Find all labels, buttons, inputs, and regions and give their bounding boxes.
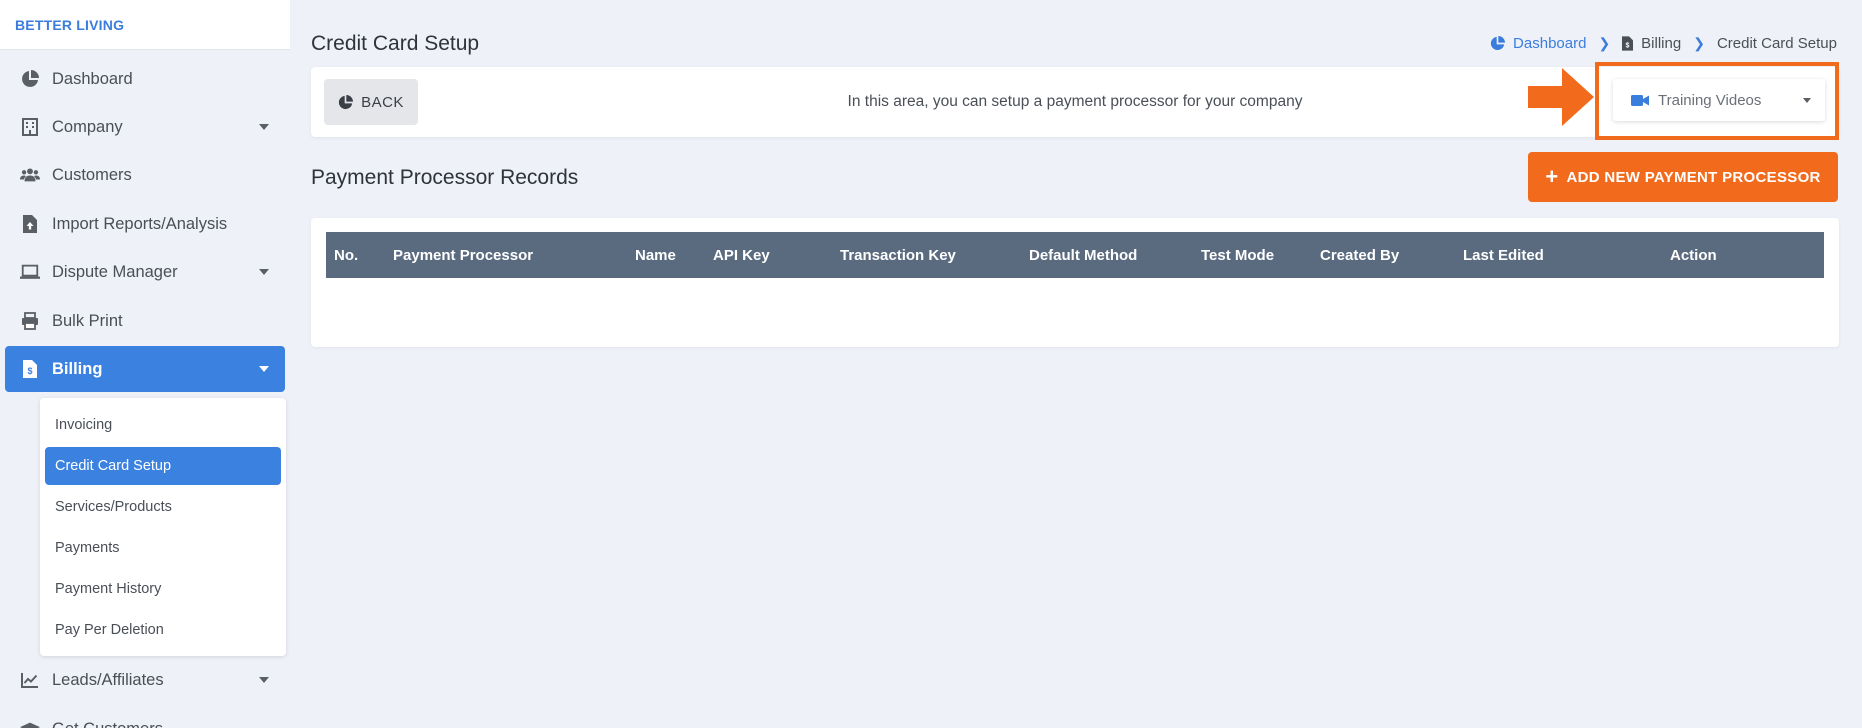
training-videos-dropdown[interactable]: Training Videos	[1613, 79, 1825, 121]
sidebar-item-customers[interactable]: Customers	[5, 152, 285, 198]
chevron-down-icon	[259, 269, 269, 275]
sidebar-item-get-customers[interactable]: Get Customers	[5, 706, 285, 728]
sidebar-item-import-reports[interactable]: Import Reports/Analysis	[5, 201, 285, 247]
add-payment-processor-button[interactable]: + ADD NEW PAYMENT PROCESSOR	[1528, 152, 1838, 202]
column-header-test-mode[interactable]: Test Mode	[1201, 232, 1274, 278]
submenu-item-invoicing[interactable]: Invoicing	[45, 406, 281, 444]
sidebar-item-dispute-manager[interactable]: Dispute Manager	[5, 249, 285, 295]
table-header: No. Payment Processor Name API Key Trans…	[326, 232, 1824, 278]
chevron-down-icon	[259, 677, 269, 683]
column-header-action[interactable]: Action	[1670, 232, 1717, 278]
sidebar-item-bulk-print[interactable]: Bulk Print	[5, 298, 285, 344]
column-header-transaction-key[interactable]: Transaction Key	[840, 232, 956, 278]
sidebar-item-company[interactable]: Company	[5, 104, 285, 150]
sidebar-item-label: Leads/Affiliates	[52, 670, 164, 689]
pie-chart-icon	[1490, 36, 1506, 51]
sidebar: BETTER LIVING Dashboard Company Customer…	[0, 0, 290, 728]
sidebar-item-billing[interactable]: $ Billing	[5, 346, 285, 392]
pie-chart-icon	[20, 69, 40, 89]
section-title: Payment Processor Records	[311, 166, 579, 189]
cap-icon	[20, 719, 40, 728]
svg-text:$: $	[1626, 42, 1630, 49]
column-header-created-by[interactable]: Created By	[1320, 232, 1399, 278]
chevron-right-icon: ❯	[1693, 35, 1705, 51]
column-header-name[interactable]: Name	[635, 232, 676, 278]
breadcrumb-dashboard[interactable]: Dashboard	[1490, 35, 1586, 52]
sidebar-item-label: Billing	[52, 359, 103, 378]
submenu-item-credit-card-setup[interactable]: Credit Card Setup	[45, 447, 281, 485]
printer-icon	[20, 311, 40, 331]
arrow-right-icon	[1528, 68, 1594, 126]
line-chart-icon	[20, 670, 40, 690]
sidebar-item-label: Customers	[52, 165, 132, 184]
invoice-icon: $	[20, 359, 40, 379]
column-header-payment-processor[interactable]: Payment Processor	[393, 232, 533, 278]
sidebar-item-label: Get Customers	[52, 720, 163, 728]
invoice-icon: $	[1622, 36, 1634, 51]
sidebar-item-label: Bulk Print	[52, 311, 123, 330]
training-videos-highlight: Training Videos	[1595, 62, 1839, 140]
laptop-icon	[20, 262, 40, 282]
column-header-api-key[interactable]: API Key	[713, 232, 770, 278]
payment-processor-table: No. Payment Processor Name API Key Trans…	[311, 218, 1839, 347]
sidebar-item-dashboard[interactable]: Dashboard	[5, 56, 285, 102]
breadcrumb: Dashboard ❯ $ Billing ❯ Credit Card Setu…	[1490, 35, 1837, 52]
training-videos-label: Training Videos	[1658, 91, 1762, 109]
building-icon	[20, 117, 40, 137]
sidebar-item-label: Dashboard	[52, 69, 133, 88]
chevron-down-icon	[259, 124, 269, 130]
sidebar-item-label: Import Reports/Analysis	[52, 214, 228, 233]
submenu-item-pay-per-deletion[interactable]: Pay Per Deletion	[45, 611, 281, 649]
sidebar-item-label: Dispute Manager	[52, 262, 178, 281]
file-upload-icon	[20, 214, 40, 234]
sidebar-item-leads-affiliates[interactable]: Leads/Affiliates	[5, 657, 285, 703]
column-header-default-method[interactable]: Default Method	[1029, 232, 1137, 278]
breadcrumb-billing[interactable]: $ Billing	[1622, 35, 1681, 52]
submenu-item-services-products[interactable]: Services/Products	[45, 488, 281, 526]
plus-icon: +	[1545, 164, 1559, 189]
page-title: Credit Card Setup	[311, 32, 480, 55]
breadcrumb-current: Credit Card Setup	[1716, 35, 1837, 52]
chevron-right-icon: ❯	[1598, 35, 1611, 51]
users-icon	[20, 165, 40, 185]
column-header-last-edited[interactable]: Last Edited	[1463, 232, 1544, 278]
brand-logo[interactable]: BETTER LIVING	[0, 0, 290, 50]
chevron-down-icon	[1803, 98, 1811, 103]
add-button-label: ADD NEW PAYMENT PROCESSOR	[1566, 168, 1821, 186]
column-header-no[interactable]: No.	[334, 232, 358, 278]
submenu-item-payments[interactable]: Payments	[45, 529, 281, 567]
submenu-item-payment-history[interactable]: Payment History	[45, 570, 281, 608]
video-camera-icon	[1631, 94, 1649, 107]
billing-submenu: Invoicing Credit Card Setup Services/Pro…	[40, 398, 286, 656]
sidebar-item-label: Company	[52, 117, 123, 136]
svg-text:$: $	[27, 366, 32, 376]
chevron-down-icon	[259, 366, 269, 372]
